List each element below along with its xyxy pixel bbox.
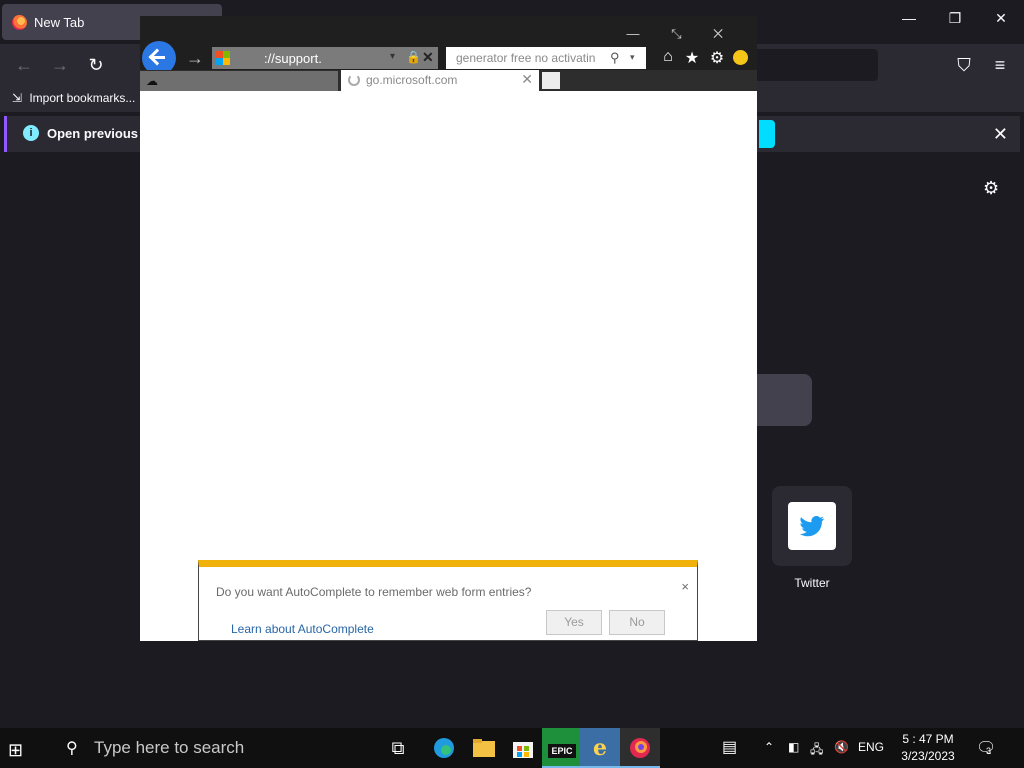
ie-search-box[interactable]: generator free no activatin ⚲ ▾ bbox=[446, 47, 646, 69]
import-bookmarks-button[interactable]: ⇲ Import bookmarks... bbox=[12, 91, 135, 105]
minimize-button[interactable]: — bbox=[886, 10, 932, 34]
infobar-message: Open previous t bbox=[47, 126, 146, 141]
microsoft-favicon-icon bbox=[216, 51, 230, 65]
restore-session-button[interactable] bbox=[759, 120, 775, 148]
network-icon[interactable]: 🖧 bbox=[810, 740, 823, 761]
new-tab-search-box[interactable] bbox=[756, 374, 812, 426]
no-button[interactable]: No bbox=[609, 610, 665, 635]
tab-title: New Tab bbox=[34, 15, 85, 30]
store-icon[interactable] bbox=[503, 728, 543, 768]
clock-time: 5 : 47 PM bbox=[902, 732, 954, 746]
taskbar: ⊞ ⚲ Type here to search ⧉ EPIC e ▤ ⌃ ◧ 🖧… bbox=[0, 728, 1024, 768]
language-indicator[interactable]: ENG bbox=[858, 740, 884, 754]
lock-icon[interactable]: 🔒 bbox=[406, 50, 421, 64]
taskbar-search-box[interactable]: ⚲ Type here to search bbox=[58, 728, 378, 768]
yes-button[interactable]: Yes bbox=[546, 610, 602, 635]
search-dropdown-icon[interactable]: ▾ bbox=[630, 52, 635, 63]
camera-icon[interactable]: ◧ bbox=[788, 740, 799, 754]
shortcut-tile-twitter[interactable] bbox=[772, 486, 852, 566]
url-bar[interactable] bbox=[740, 49, 878, 81]
new-tab-button[interactable] bbox=[542, 72, 560, 89]
menu-icon[interactable]: ≡ bbox=[988, 53, 1012, 77]
autocomplete-message: Do you want AutoComplete to remember web… bbox=[216, 585, 532, 599]
pocket-icon[interactable]: ⛉ bbox=[952, 53, 976, 77]
back-icon[interactable]: ← bbox=[12, 53, 36, 77]
clock-date: 3/23/2023 bbox=[901, 749, 955, 763]
notification-center-icon[interactable]: 🗨 3 bbox=[976, 738, 996, 758]
file-explorer-icon[interactable] bbox=[464, 728, 504, 768]
tab-label: go.microsoft.com bbox=[366, 73, 458, 87]
ie-page-content bbox=[140, 91, 757, 641]
loading-spinner-icon bbox=[348, 74, 360, 86]
ie-window: — ⤡ ✕ → ://support. ▾ 🔒 ✕ generator free… bbox=[140, 16, 757, 641]
firefox-icon bbox=[12, 15, 27, 30]
favorites-star-icon[interactable]: ★ bbox=[682, 48, 702, 68]
start-button[interactable]: ⊞ bbox=[0, 728, 48, 768]
import-icon: ⇲ bbox=[12, 91, 23, 105]
volume-muted-icon[interactable]: 🔇 bbox=[834, 740, 849, 754]
notification-close-icon[interactable]: × bbox=[681, 579, 689, 594]
epic-games-icon[interactable]: EPIC bbox=[542, 728, 582, 768]
ie-tab-support[interactable]: ☁ bbox=[140, 71, 338, 91]
task-view-icon[interactable]: ⧉ bbox=[378, 728, 418, 768]
reload-icon[interactable]: ↻ bbox=[84, 53, 108, 77]
learn-autocomplete-link[interactable]: Learn about AutoComplete bbox=[231, 622, 374, 636]
firefox-taskbar-icon[interactable] bbox=[620, 728, 660, 768]
twitter-icon bbox=[788, 502, 836, 550]
ie-forward-icon[interactable]: → bbox=[186, 48, 204, 69]
restore-button[interactable]: ❐ bbox=[932, 10, 978, 34]
ie-window-controls[interactable]: — ⤡ ✕ bbox=[626, 26, 737, 42]
import-bookmarks-label: Import bookmarks... bbox=[29, 91, 136, 105]
stop-icon[interactable]: ✕ bbox=[422, 49, 434, 66]
search-icon: ⚲ bbox=[66, 740, 78, 757]
ie-tab-go-microsoft[interactable]: go.microsoft.com ✕ bbox=[341, 70, 539, 91]
gear-icon[interactable]: ⚙ bbox=[983, 178, 999, 199]
tab-close-icon[interactable]: ✕ bbox=[521, 71, 533, 88]
info-icon: i bbox=[23, 125, 39, 141]
ie-address-bar[interactable]: ://support. ▾ 🔒 ✕ bbox=[212, 47, 438, 69]
cloud-icon: ☁ bbox=[146, 74, 158, 88]
news-widget-icon[interactable]: ▤ bbox=[722, 737, 737, 757]
edge-icon[interactable] bbox=[424, 728, 464, 768]
infobar-close-icon[interactable]: ✕ bbox=[993, 124, 1008, 145]
ie-tab-bar: ☁ go.microsoft.com ✕ bbox=[140, 70, 757, 91]
search-input[interactable]: generator free no activatin bbox=[456, 51, 606, 65]
autocomplete-notification: Do you want AutoComplete to remember web… bbox=[198, 560, 698, 641]
search-placeholder: Type here to search bbox=[94, 738, 245, 757]
address-dropdown-icon[interactable]: ▾ bbox=[390, 51, 395, 62]
search-icon[interactable]: ⚲ bbox=[610, 50, 620, 66]
system-clock[interactable]: 5 : 47 PM 3/23/2023 bbox=[896, 731, 960, 765]
chevron-up-icon[interactable]: ⌃ bbox=[764, 740, 774, 754]
tools-gear-icon[interactable]: ⚙ bbox=[707, 48, 727, 68]
address-text[interactable]: ://support. bbox=[264, 51, 322, 66]
epic-label: EPIC bbox=[548, 744, 576, 758]
shortcut-label: Twitter bbox=[794, 576, 830, 590]
internet-explorer-icon[interactable]: e bbox=[580, 728, 620, 768]
forward-icon[interactable]: → bbox=[48, 53, 72, 77]
home-icon[interactable]: ⌂ bbox=[658, 48, 678, 68]
windows-logo-icon: ⊞ bbox=[8, 740, 24, 760]
close-button[interactable]: ✕ bbox=[978, 10, 1024, 34]
notification-count: 3 bbox=[986, 746, 992, 756]
feedback-smiley-icon[interactable] bbox=[733, 50, 748, 65]
